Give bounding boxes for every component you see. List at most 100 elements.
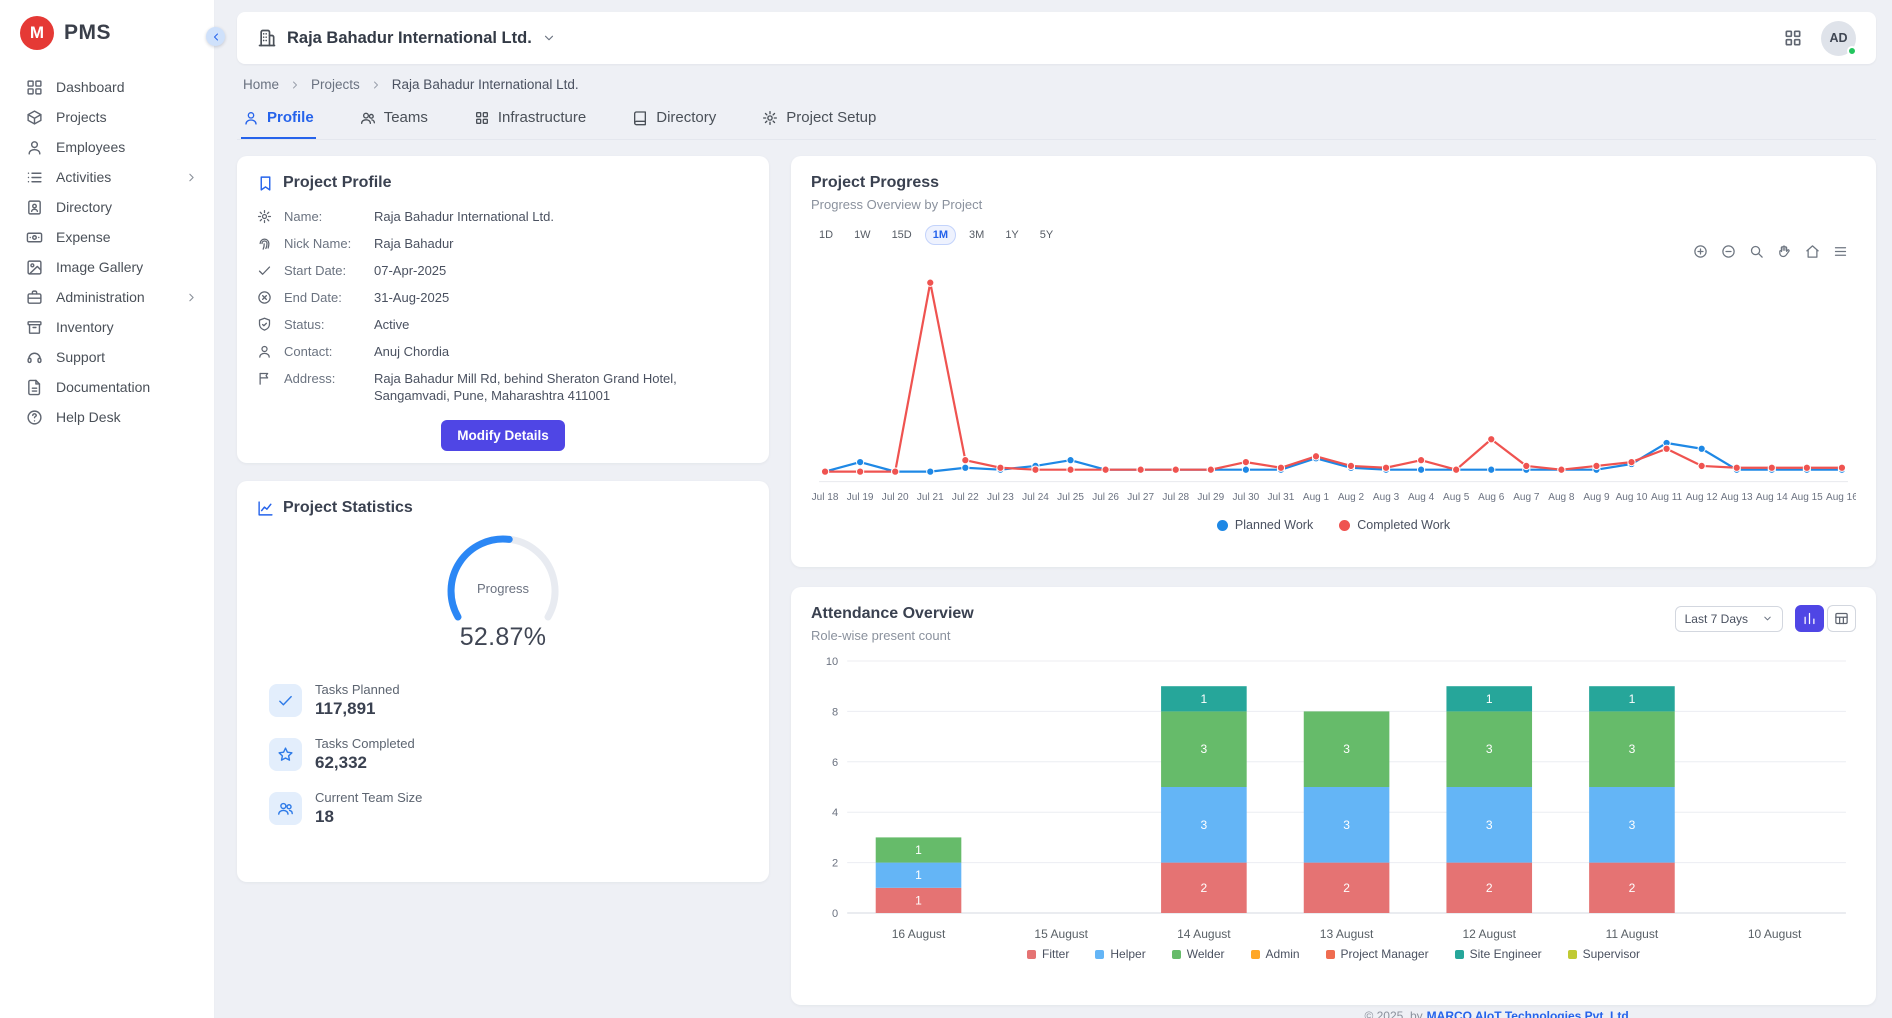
image-gallery-icon: [26, 259, 43, 276]
legend-item[interactable]: Welder: [1172, 947, 1225, 961]
apps-grid-icon[interactable]: [1783, 28, 1803, 48]
legend-item[interactable]: Project Manager: [1326, 947, 1429, 961]
avatar-initials: AD: [1829, 31, 1847, 45]
expense-icon: [26, 229, 43, 246]
sidebar-item-support[interactable]: Support: [0, 342, 214, 372]
card-title: Attendance Overview: [811, 605, 974, 623]
tab-directory[interactable]: Directory: [630, 101, 718, 139]
sidebar-item-image-gallery[interactable]: Image Gallery: [0, 252, 214, 282]
chevron-left-icon: [210, 31, 222, 43]
sidebar-item-documentation[interactable]: Documentation: [0, 372, 214, 402]
svg-text:1: 1: [1629, 692, 1636, 706]
sidebar-item-label: Activities: [56, 169, 172, 185]
table-view-button[interactable]: [1827, 605, 1856, 632]
field-label: Address:: [284, 370, 362, 387]
sidebar-item-label: Administration: [56, 289, 172, 305]
app-logo[interactable]: M PMS: [0, 0, 214, 60]
card-subtitle: Progress Overview by Project: [811, 197, 1856, 212]
attendance-bar-chart[interactable]: 024681016 August11115 August14 August233…: [811, 649, 1856, 949]
modify-details-button[interactable]: Modify Details: [441, 420, 565, 451]
tab-project-setup[interactable]: Project Setup: [760, 101, 878, 139]
chart-menu-icon[interactable]: [1833, 244, 1848, 259]
svg-text:15 August: 15 August: [1034, 927, 1088, 941]
card-title: Project Statistics: [283, 499, 413, 517]
tab-teams[interactable]: Teams: [358, 101, 430, 139]
sidebar-item-inventory[interactable]: Inventory: [0, 312, 214, 342]
svg-text:3: 3: [1201, 742, 1208, 756]
card-subtitle: Role-wise present count: [811, 628, 974, 643]
legend-item[interactable]: Planned Work: [1217, 518, 1313, 532]
footer: © 2025, byMARCO AIoT Technologies Pvt. L…: [237, 1005, 1876, 1018]
range-1d[interactable]: 1D: [811, 225, 841, 245]
range-1y[interactable]: 1Y: [997, 225, 1026, 245]
breadcrumb-projects[interactable]: Projects: [311, 77, 360, 92]
range-5y[interactable]: 5Y: [1032, 225, 1061, 245]
company-link[interactable]: MARCO AIoT Technologies Pvt. Ltd.: [1427, 1009, 1632, 1018]
progress-gauge-arc: [441, 533, 565, 625]
tab-profile[interactable]: Profile: [241, 101, 316, 139]
svg-text:1: 1: [915, 868, 922, 882]
card-title: Project Progress: [811, 174, 939, 192]
sidebar-item-dashboard[interactable]: Dashboard: [0, 72, 214, 102]
zoom-in-icon[interactable]: [1693, 244, 1708, 259]
project-progress-line-chart[interactable]: Jul 18Jul 19Jul 20Jul 21Jul 22Jul 23Jul …: [811, 259, 1856, 514]
tab-label: Profile: [267, 109, 314, 126]
app-root: M PMS Dashboard Projects Employees Activ…: [0, 0, 1892, 1018]
chevron-down-icon: [1762, 613, 1773, 624]
tab-label: Teams: [384, 109, 428, 126]
chevron-down-icon: [542, 31, 556, 45]
projects-icon: [26, 109, 43, 126]
svg-text:1: 1: [1201, 692, 1208, 706]
online-status-dot: [1847, 46, 1857, 56]
sidebar-item-employees[interactable]: Employees: [0, 132, 214, 162]
sidebar-item-label: Employees: [56, 139, 198, 155]
reset-zoom-home-icon[interactable]: [1805, 244, 1820, 259]
sidebar-item-activities[interactable]: Activities: [0, 162, 214, 192]
sidebar-item-label: Image Gallery: [56, 259, 198, 275]
sidebar-item-help-desk[interactable]: Help Desk: [0, 402, 214, 432]
range-1m[interactable]: 1M: [925, 225, 956, 245]
breadcrumb-home[interactable]: Home: [243, 77, 279, 92]
administration-icon: [26, 289, 43, 306]
pan-icon[interactable]: [1777, 244, 1792, 259]
sidebar-item-projects[interactable]: Projects: [0, 102, 214, 132]
legend-item[interactable]: Fitter: [1027, 947, 1069, 961]
legend-item[interactable]: Supervisor: [1568, 947, 1640, 961]
date-range-select[interactable]: Last 7 Days: [1675, 606, 1783, 632]
field-name: Name: Raja Bahadur International Ltd.: [257, 208, 749, 225]
chevron-right-icon: [370, 79, 382, 91]
legend-item[interactable]: Completed Work: [1339, 518, 1450, 532]
sidebar-collapse-button[interactable]: [206, 27, 225, 46]
range-15d[interactable]: 15D: [884, 225, 920, 245]
user-avatar[interactable]: AD: [1821, 21, 1856, 56]
sidebar-item-administration[interactable]: Administration: [0, 282, 214, 312]
legend-item[interactable]: Site Engineer: [1455, 947, 1542, 961]
range-1w[interactable]: 1W: [846, 225, 879, 245]
svg-text:1: 1: [915, 843, 922, 857]
selection-zoom-icon[interactable]: [1749, 244, 1764, 259]
legend-item[interactable]: Helper: [1095, 947, 1145, 961]
check-icon: [269, 684, 302, 717]
sidebar-item-expense[interactable]: Expense: [0, 222, 214, 252]
svg-text:10: 10: [826, 656, 838, 668]
logo-text: PMS: [64, 21, 111, 45]
range-3m[interactable]: 3M: [961, 225, 992, 245]
bookmark-icon: [257, 175, 274, 192]
sidebar-item-directory[interactable]: Directory: [0, 192, 214, 222]
svg-text:3: 3: [1201, 818, 1208, 832]
legend-item[interactable]: Admin: [1251, 947, 1300, 961]
field-label: Start Date:: [284, 262, 362, 279]
company-switcher[interactable]: Raja Bahadur International Ltd.: [257, 28, 556, 48]
tab-infrastructure[interactable]: Infrastructure: [472, 101, 588, 139]
people-icon: [360, 110, 376, 126]
svg-text:2: 2: [832, 858, 838, 870]
bar-view-button[interactable]: [1795, 605, 1824, 632]
svg-text:Jul 28: Jul 28: [1162, 492, 1189, 503]
field-start-date: Start Date: 07-Apr-2025: [257, 262, 749, 279]
bar-chart-legend: Fitter Helper Welder Admin Project Manager Si…: [811, 947, 1856, 961]
svg-text:3: 3: [1343, 742, 1350, 756]
svg-text:Jul 20: Jul 20: [882, 492, 909, 503]
zoom-out-icon[interactable]: [1721, 244, 1736, 259]
svg-text:4: 4: [832, 807, 838, 819]
svg-text:Jul 29: Jul 29: [1197, 492, 1224, 503]
